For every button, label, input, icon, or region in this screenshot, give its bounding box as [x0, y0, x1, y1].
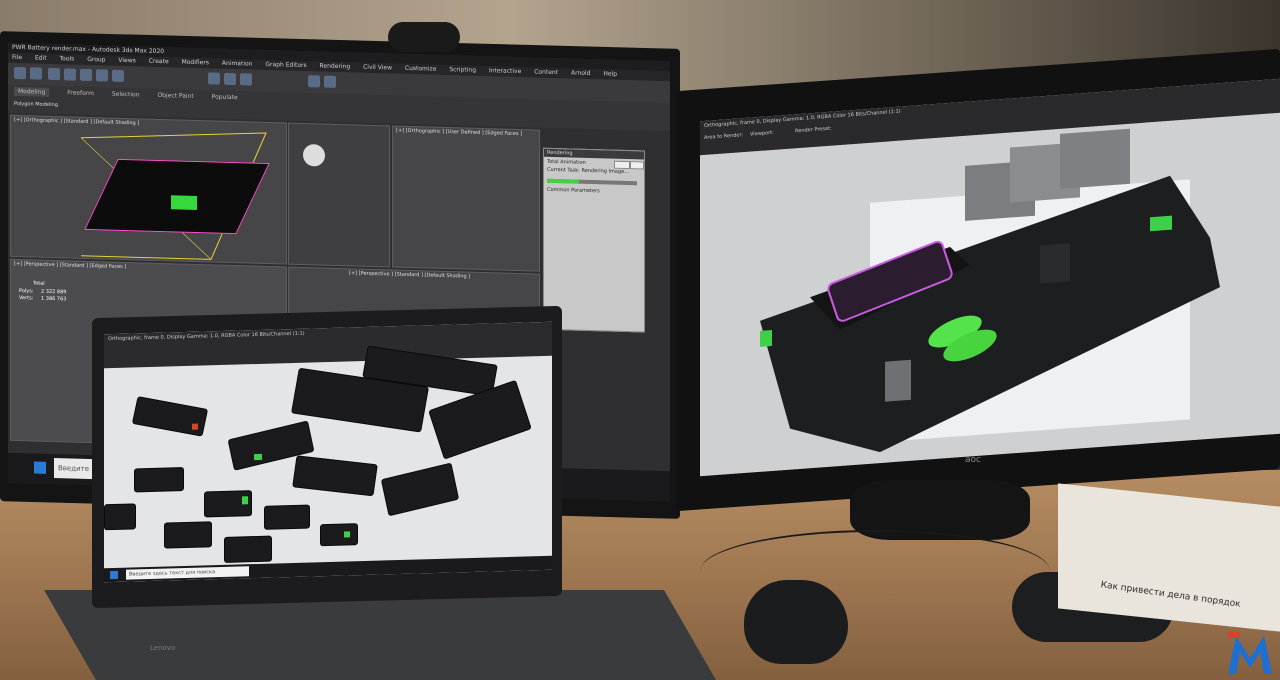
menu-item-animation[interactable]: Animation — [222, 60, 253, 68]
menu-item-create[interactable]: Create — [149, 58, 169, 66]
undo-icon[interactable] — [14, 66, 26, 80]
cancel-button[interactable] — [630, 161, 644, 170]
menu-item-tools[interactable]: Tools — [60, 55, 75, 62]
tab-object-paint[interactable]: Object Paint — [157, 92, 193, 100]
pause-button[interactable] — [614, 160, 630, 170]
viewcube-icon[interactable] — [303, 143, 325, 167]
green-indicator — [1150, 215, 1172, 232]
red-accent — [192, 423, 198, 430]
part-holder-1 — [131, 396, 209, 437]
menu-item-file[interactable]: File — [12, 54, 22, 61]
menu-item-scripting[interactable]: Scripting — [449, 66, 476, 74]
render-setup-icon[interactable] — [308, 75, 320, 88]
menu-item-modifiers[interactable]: Modifiers — [182, 59, 209, 67]
green-accent-1 — [254, 453, 262, 461]
viewport-label: [+] [Perspective ] [Standard ] [Edged Fa… — [14, 260, 127, 271]
menu-item-civil-view[interactable]: Civil View — [363, 64, 392, 72]
render-image — [760, 128, 1220, 453]
viewport-top-left[interactable]: [+] [Orthographic ] [Standard ] [Default… — [10, 114, 287, 265]
m-logo-watermark — [1228, 632, 1272, 674]
menu-item-help[interactable]: Help — [603, 70, 617, 77]
scale-icon[interactable] — [112, 69, 124, 82]
area-to-render-label: Area to Render: — [704, 132, 744, 142]
menu-item-rendering[interactable]: Rendering — [320, 62, 351, 70]
green-accent-3 — [344, 531, 350, 538]
menu-item-arnold[interactable]: Arnold — [571, 69, 590, 77]
snap-icon[interactable] — [208, 72, 220, 85]
laptop-screen: Orthographic, frame 0, Display Gamma: 1.… — [104, 321, 552, 583]
green-accent-2 — [242, 496, 248, 505]
stats-total: Total — [33, 280, 45, 287]
current-task-label: Current Task: — [547, 166, 580, 174]
menu-item-customize[interactable]: Customize — [405, 65, 437, 73]
part-holder-4 — [428, 379, 532, 460]
gray-battery-pack-3 — [1060, 128, 1130, 189]
redo-icon[interactable] — [30, 67, 42, 80]
ribbon-subtitle: Polygon Modeling — [14, 100, 58, 109]
connector-block — [885, 359, 911, 402]
menu-item-views[interactable]: Views — [118, 57, 135, 64]
tab-modeling[interactable]: Modeling — [14, 86, 50, 97]
part-holder-13 — [320, 523, 358, 547]
usb-block — [1040, 243, 1070, 284]
move-icon[interactable] — [80, 68, 92, 82]
monitor-brand-logo: aoc — [965, 455, 981, 465]
viewport-label: [+] [Perspective ] [Standard ] [Default … — [349, 270, 471, 280]
render-dialog: Rendering Total Animation Current Task: … — [543, 147, 645, 333]
part-holder-6 — [292, 455, 378, 497]
windows-start-icon[interactable] — [34, 461, 46, 474]
render-progress-bar — [547, 178, 637, 186]
laptop-search-input[interactable]: Введите здесь текст для поиска — [126, 566, 249, 580]
menu-item-edit[interactable]: Edit — [35, 55, 47, 62]
windows-start-icon[interactable] — [110, 570, 118, 580]
laptop-brand-logo: Lenovo — [150, 644, 176, 652]
render-frame-window: Orthographic, frame 0, Display Gamma: 1.… — [700, 78, 1280, 477]
viewport-label: [+] [Orthographic ] [User Defined ] [Edg… — [396, 127, 523, 138]
tab-freeform[interactable]: Freeform — [67, 89, 94, 97]
align-icon[interactable] — [240, 73, 252, 86]
part-holder-14 — [104, 503, 136, 531]
part-holder-11 — [224, 535, 272, 563]
part-holder-10 — [164, 521, 212, 549]
render-progress-fill — [547, 178, 579, 184]
common-parameters-heading: Common Parameters — [547, 186, 600, 195]
stats-verts-label: Verts: — [19, 295, 34, 302]
menu-item-graph-editors[interactable]: Graph Editors — [265, 61, 306, 69]
part-holder-12 — [264, 504, 310, 530]
stats-polys-label: Polys: — [19, 288, 34, 295]
mirror-icon[interactable] — [224, 72, 236, 86]
viewport-top-right[interactable]: [+] [Orthographic ] [User Defined ] [Edg… — [392, 125, 540, 272]
webcam — [388, 22, 460, 52]
part-holder-7 — [380, 462, 460, 517]
menu-item-interactive[interactable]: Interactive — [489, 67, 521, 75]
part-holder-8 — [134, 467, 184, 493]
render-preset-label: Render Preset: — [795, 125, 832, 135]
menu-item-content[interactable]: Content — [534, 68, 558, 76]
render-icon[interactable] — [324, 75, 336, 88]
link-icon[interactable] — [48, 67, 60, 81]
select-icon[interactable] — [64, 68, 76, 81]
stats-polys-value: 2 322 889 — [41, 288, 67, 296]
vertical-mouse — [744, 580, 848, 664]
tab-populate[interactable]: Populate — [212, 93, 238, 101]
rotate-icon[interactable] — [96, 69, 108, 82]
book-stack — [1058, 483, 1280, 632]
menu-item-group[interactable]: Group — [87, 56, 105, 64]
green-cells — [171, 195, 197, 211]
viewport-side-panel[interactable] — [288, 122, 390, 268]
stats-verts-value: 1 386 763 — [41, 295, 67, 303]
green-indicator-left — [760, 330, 772, 347]
tab-selection[interactable]: Selection — [112, 91, 140, 99]
viewport-label: Viewport: — [750, 129, 774, 138]
